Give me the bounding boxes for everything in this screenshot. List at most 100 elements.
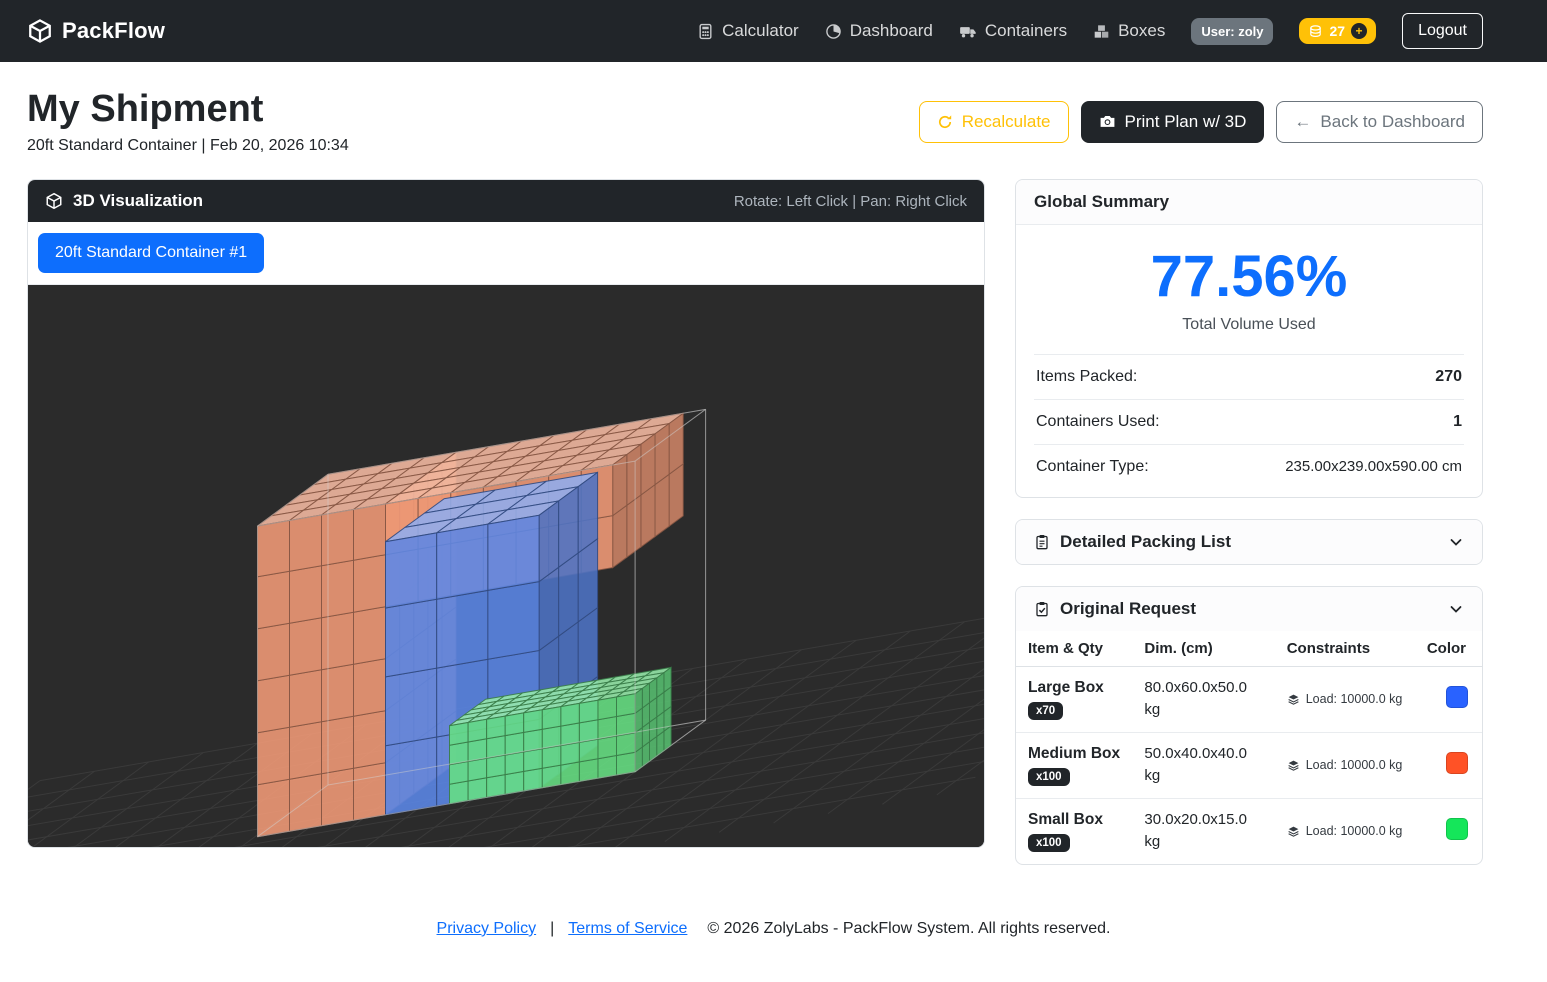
clipboard-icon xyxy=(1034,534,1050,550)
col-color: Color xyxy=(1415,631,1482,667)
items-packed-label: Items Packed: xyxy=(1036,368,1137,386)
col-dim: Dim. (cm) xyxy=(1132,631,1274,667)
request-table: Item & Qty Dim. (cm) Constraints Color L… xyxy=(1016,631,1482,864)
footer-separator: | xyxy=(550,920,554,938)
brand-name: PackFlow xyxy=(62,18,165,44)
print-plan-label: Print Plan w/ 3D xyxy=(1125,112,1247,132)
containers-used-value: 1 xyxy=(1453,413,1462,431)
brand[interactable]: PackFlow xyxy=(27,18,165,44)
container-type-label: Container Type: xyxy=(1036,458,1149,476)
original-request-card: Original Request Item & Qty Dim. (cm) Co… xyxy=(1015,586,1483,865)
arrow-left-icon: ← xyxy=(1294,112,1311,132)
item-constraint: Load: 10000.0 kg xyxy=(1306,824,1403,838)
qty-badge: x100 xyxy=(1028,768,1070,786)
nav-calculator-label: Calculator xyxy=(722,21,799,41)
item-constraint: Load: 10000.0 kg xyxy=(1306,692,1403,706)
packing-list-card: Detailed Packing List xyxy=(1015,519,1483,565)
logout-button[interactable]: Logout xyxy=(1402,13,1483,49)
item-name: Large Box xyxy=(1028,679,1120,697)
user-badge: User: zoly xyxy=(1191,18,1273,45)
add-coins-icon[interactable]: + xyxy=(1351,23,1367,39)
recalculate-label: Recalculate xyxy=(962,112,1051,132)
visualization-card: 3D Visualization Rotate: Left Click | Pa… xyxy=(27,179,985,848)
container-tab-strip: 20ft Standard Container #1 xyxy=(28,222,984,285)
terms-of-service-link[interactable]: Terms of Service xyxy=(568,920,687,938)
recalculate-button[interactable]: Recalculate xyxy=(919,101,1069,143)
print-plan-button[interactable]: Print Plan w/ 3D xyxy=(1081,101,1265,143)
col-item-qty: Item & Qty xyxy=(1016,631,1132,667)
color-swatch xyxy=(1446,818,1468,840)
item-dimensions: 80.0x60.0x50.0 kg xyxy=(1144,677,1262,722)
page-subtitle: 20ft Standard Container | Feb 20, 2026 1… xyxy=(27,137,349,155)
summary-row-containers-used: Containers Used: 1 xyxy=(1034,399,1464,444)
packflow-logo-icon xyxy=(27,18,53,44)
nav-containers[interactable]: Containers xyxy=(959,21,1067,41)
request-table-header-row: Item & Qty Dim. (cm) Constraints Color xyxy=(1016,631,1482,667)
color-swatch xyxy=(1446,686,1468,708)
chevron-down-icon[interactable] xyxy=(1448,601,1464,617)
calculator-icon xyxy=(697,23,714,40)
global-summary-card: Global Summary 77.56% Total Volume Used … xyxy=(1015,179,1483,498)
tab-container-1[interactable]: 20ft Standard Container #1 xyxy=(38,233,264,273)
3d-canvas-wrap xyxy=(28,285,984,847)
boxes-icon xyxy=(1093,23,1110,40)
nav-dashboard-label: Dashboard xyxy=(850,21,933,41)
navbar: PackFlow Calculator Dashboard xyxy=(0,0,1547,62)
footer: Privacy Policy | Terms of Service © 2026… xyxy=(0,886,1547,982)
privacy-policy-link[interactable]: Privacy Policy xyxy=(437,920,537,938)
main-content: 3D Visualization Rotate: Left Click | Pa… xyxy=(0,179,1547,886)
coins-icon xyxy=(1308,24,1323,39)
packing-list-header[interactable]: Detailed Packing List xyxy=(1016,520,1482,564)
stack-icon xyxy=(1287,693,1300,706)
rotate-pan-hint: Rotate: Left Click | Pan: Right Click xyxy=(734,193,967,210)
col-constraints: Constraints xyxy=(1275,631,1415,667)
volume-used-percent: 77.56% xyxy=(1034,247,1464,308)
back-to-dashboard-button[interactable]: ← Back to Dashboard xyxy=(1276,101,1483,143)
coin-count: 27 xyxy=(1329,23,1345,39)
dashboard-icon xyxy=(825,23,842,40)
page-header: My Shipment 20ft Standard Container | Fe… xyxy=(0,62,1547,179)
clipboard-check-icon xyxy=(1034,601,1050,617)
truck-icon xyxy=(959,22,977,40)
stack-icon xyxy=(1287,759,1300,772)
table-row-large-box: Large Box x70 80.0x60.0x50.0 kg xyxy=(1016,666,1482,732)
visualization-title: 3D Visualization xyxy=(73,191,203,211)
chevron-down-icon[interactable] xyxy=(1448,534,1464,550)
3d-canvas[interactable] xyxy=(28,285,984,847)
item-dimensions: 30.0x20.0x15.0 kg xyxy=(1144,809,1262,854)
global-summary-header: Global Summary xyxy=(1016,180,1482,225)
summary-row-items-packed: Items Packed: 270 xyxy=(1034,354,1464,399)
nav-boxes-label: Boxes xyxy=(1118,21,1165,41)
stack-icon xyxy=(1287,825,1300,838)
original-request-title: Original Request xyxy=(1060,599,1196,619)
table-row-medium-box: Medium Box x100 50.0x40.0x40.0 kg xyxy=(1016,732,1482,798)
item-name: Medium Box xyxy=(1028,745,1120,763)
container-type-value: 235.00x239.00x590.00 cm xyxy=(1285,458,1462,475)
nav-dashboard[interactable]: Dashboard xyxy=(825,21,933,41)
qty-badge: x100 xyxy=(1028,834,1070,852)
back-label: Back to Dashboard xyxy=(1320,112,1465,132)
original-request-header[interactable]: Original Request xyxy=(1016,587,1482,631)
item-dimensions: 50.0x40.0x40.0 kg xyxy=(1144,743,1262,788)
copyright-text: © 2026 ZolyLabs - PackFlow System. All r… xyxy=(707,920,1110,938)
containers-used-label: Containers Used: xyxy=(1036,413,1160,431)
page-title: My Shipment xyxy=(27,88,349,131)
packing-list-title: Detailed Packing List xyxy=(1060,532,1231,552)
nav-boxes[interactable]: Boxes xyxy=(1093,21,1165,41)
nav-containers-label: Containers xyxy=(985,21,1067,41)
color-swatch xyxy=(1446,752,1468,774)
camera-icon xyxy=(1099,113,1116,130)
coin-badge[interactable]: 27 + xyxy=(1299,18,1376,44)
item-constraint: Load: 10000.0 kg xyxy=(1306,758,1403,772)
items-packed-value: 270 xyxy=(1435,368,1462,386)
qty-badge: x70 xyxy=(1028,702,1063,720)
refresh-icon xyxy=(937,114,953,130)
item-name: Small Box xyxy=(1028,811,1120,829)
right-column: Global Summary 77.56% Total Volume Used … xyxy=(1015,179,1483,886)
global-summary-title: Global Summary xyxy=(1034,192,1169,212)
table-row-small-box: Small Box x100 30.0x20.0x15.0 kg xyxy=(1016,798,1482,864)
visualization-card-header: 3D Visualization Rotate: Left Click | Pa… xyxy=(28,180,984,222)
summary-row-container-type: Container Type: 235.00x239.00x590.00 cm xyxy=(1034,444,1464,489)
cube-icon xyxy=(45,192,63,210)
nav-calculator[interactable]: Calculator xyxy=(697,21,799,41)
